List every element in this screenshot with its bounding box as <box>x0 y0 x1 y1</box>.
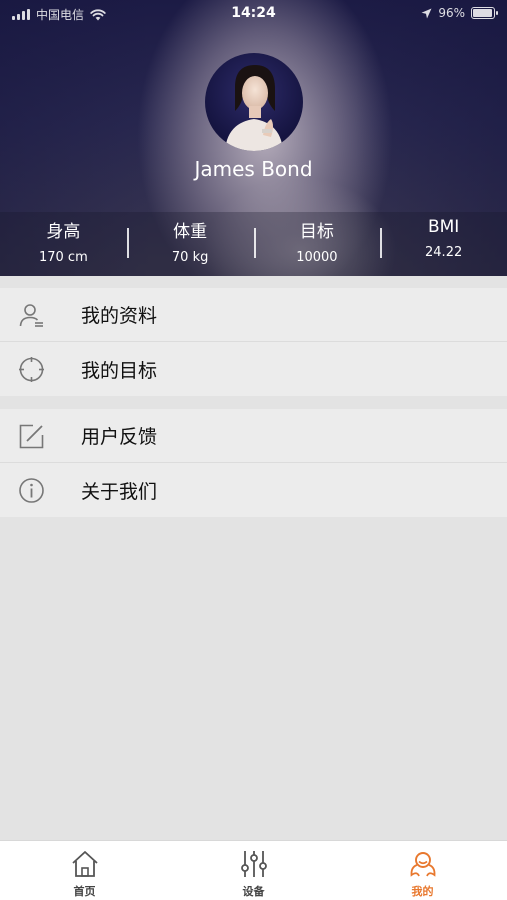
stat-value: 24.22 <box>425 245 463 260</box>
edit-icon <box>19 424 44 449</box>
stat-label: BMI <box>427 217 460 237</box>
profile-icon <box>410 852 435 877</box>
tab-bar: 首页 设备 我的 <box>0 840 507 900</box>
stat-value: 10000 <box>296 250 338 265</box>
menu-item-label: 用户反馈 <box>81 426 158 448</box>
stat-bmi: BMI 24.22 <box>380 212 507 276</box>
tab-label: 我的 <box>411 885 434 898</box>
tab-label: 设备 <box>242 885 265 898</box>
menu-item-label: 关于我们 <box>81 480 158 503</box>
menu-item-label: 我的资料 <box>81 305 158 327</box>
sliders-icon <box>240 851 267 877</box>
avatar[interactable] <box>205 53 303 151</box>
menu-item-feedback[interactable]: 用户反馈 <box>0 409 507 463</box>
menu-item-about-us[interactable]: 关于我们 <box>0 463 507 517</box>
target-icon <box>19 357 44 382</box>
home-icon <box>71 851 98 877</box>
location-arrow-icon <box>421 8 432 18</box>
stats-bar: 身高 170 cm 体重 70 kg 目标 10000 BMI 24.22 <box>0 212 507 276</box>
stat-height: 身高 170 cm <box>0 212 127 276</box>
status-bar: 中国电信 14:24 96% <box>0 0 507 30</box>
avatar-portrait-icon <box>225 65 283 151</box>
info-icon <box>19 478 44 503</box>
person-icon <box>19 304 43 327</box>
stat-value: 70 kg <box>171 250 209 265</box>
menu-group-account: 我的资料 我的目标 <box>0 288 507 396</box>
tab-mine[interactable]: 我的 <box>338 841 507 900</box>
stat-goal: 目标 10000 <box>253 212 381 276</box>
menu-item-label: 我的目标 <box>81 359 158 382</box>
menu-group-support: 用户反馈 关于我们 <box>0 409 507 517</box>
user-name: James Bond <box>194 157 313 181</box>
profile-header: 中国电信 14:24 96% James Bond 身高 170 cm 体重 7… <box>0 0 507 276</box>
battery-percent: 96% <box>438 6 465 20</box>
stat-label: 目标 <box>299 222 334 242</box>
menu-item-my-profile[interactable]: 我的资料 <box>0 288 507 342</box>
stat-label: 身高 <box>46 222 81 242</box>
stat-label: 体重 <box>173 222 208 242</box>
tab-home[interactable]: 首页 <box>0 841 169 900</box>
menu-item-my-goal[interactable]: 我的目标 <box>0 342 507 396</box>
stat-value: 170 cm <box>38 250 88 265</box>
battery-icon <box>471 7 498 19</box>
stat-weight: 体重 70 kg <box>126 212 254 276</box>
tab-devices[interactable]: 设备 <box>169 841 338 900</box>
tab-label: 首页 <box>73 885 96 898</box>
